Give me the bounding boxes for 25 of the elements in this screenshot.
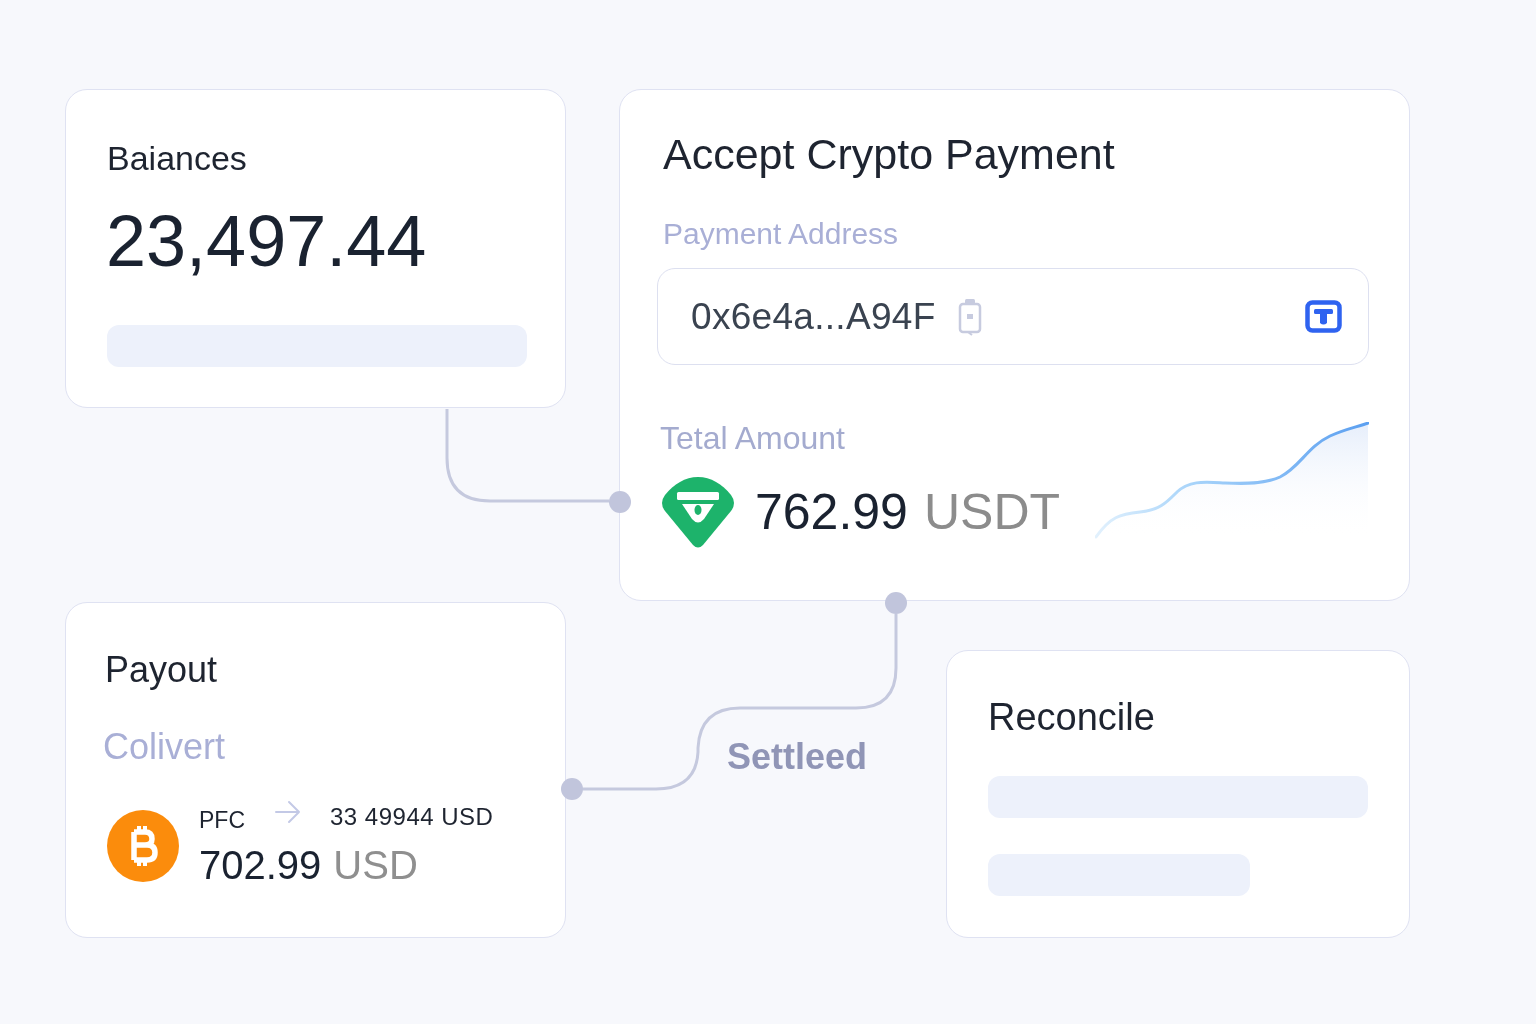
connector-label: Settleed [727, 735, 868, 779]
coin-b-icon [107, 809, 179, 882]
currency-text: USDT [923, 483, 1061, 541]
converted-amount: 33 49944 USD [330, 803, 494, 831]
card-title: Accept Crypto Payment [663, 129, 1115, 179]
card-title: Payout [105, 649, 218, 691]
balance-amount: 23,497.44 [106, 201, 427, 281]
address-field[interactable]: 0x6e4a...A94F [657, 268, 1369, 365]
connector-dot [609, 491, 631, 513]
card-title: Baiances [107, 138, 247, 178]
connector-dot [885, 592, 907, 614]
square-logo-icon[interactable] [1305, 300, 1342, 333]
amount-label: Tetal Amount [660, 419, 846, 457]
field-label: Payment Address [663, 216, 899, 252]
card-subtitle: Colivert [103, 726, 226, 768]
clipboard-icon[interactable] [957, 297, 982, 336]
arrow-right-icon [274, 799, 302, 825]
connector-dot [561, 778, 583, 800]
amount-value: 762.99 [755, 483, 908, 541]
payout-amount: 702.99 [199, 842, 322, 889]
card-title: Reconcile [988, 695, 1155, 739]
address-text: 0x6e4a...A94F [691, 295, 936, 338]
currency-text: USD [333, 842, 418, 889]
source-currency: PFC [199, 806, 245, 834]
token-logo-icon [659, 475, 737, 549]
